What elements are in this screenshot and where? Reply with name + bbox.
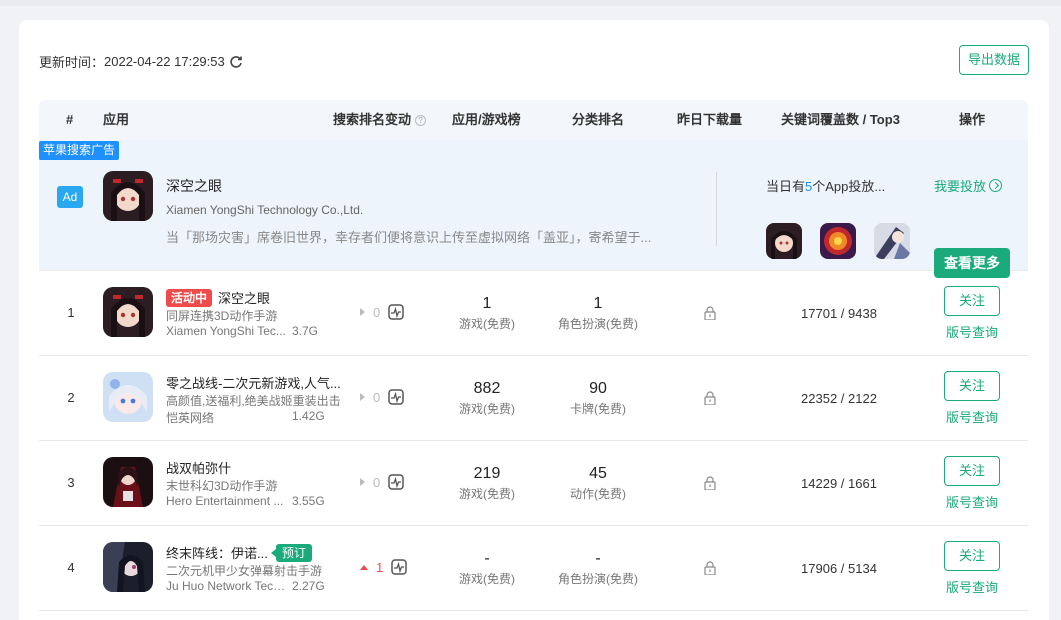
top-shadow xyxy=(0,0,1061,6)
lock-icon[interactable] xyxy=(703,391,717,405)
app-icon[interactable] xyxy=(103,287,153,337)
lock-icon[interactable] xyxy=(703,306,717,320)
col-chart: 应用/游戏榜 xyxy=(452,112,521,127)
divider xyxy=(716,172,717,246)
category-rank: - 角色扮演(免费) xyxy=(558,550,638,586)
app-company: Ju Huo Network Tech... xyxy=(166,579,288,593)
keyword-coverage: 17701 / 9438 xyxy=(801,306,877,321)
chart-rank: 882 游戏(免费) xyxy=(459,380,515,416)
ranking-card: 更新时间： 2022-04-22 17:29:53 导出数据 # 应用 搜索排名… xyxy=(19,20,1049,620)
trend-chart-icon[interactable] xyxy=(388,474,404,490)
app-size: 3.55G xyxy=(292,494,325,508)
table-row: 2 零之战线-二次元新游戏,人气... 高颜值,送福利,绝美战姬重装出击 恺英网… xyxy=(39,356,1028,441)
app-ranking-table: # 应用 搜索排名变动? 应用/游戏榜 分类排名 昨日下载量 关键词覆盖数 / … xyxy=(39,100,1028,611)
rank-change: 1 xyxy=(360,559,407,575)
ad-company: Xiamen YongShi Technology Co.,Ltd. xyxy=(166,203,364,217)
col-search-change[interactable]: 搜索排名变动? xyxy=(333,100,427,140)
keyword-coverage: 22352 / 2122 xyxy=(801,391,877,406)
preorder-badge: 预订 xyxy=(270,543,312,562)
col-actions: 操作 xyxy=(959,112,986,127)
app-name[interactable]: 活动中 深空之眼 xyxy=(166,288,270,307)
app-size: 2.27G xyxy=(292,579,325,593)
place-ad-link[interactable]: 我要投放 xyxy=(934,176,1003,195)
no-change-icon xyxy=(360,393,365,401)
ad-app-thumb[interactable] xyxy=(820,223,856,259)
follow-button[interactable]: 关注 xyxy=(944,371,1000,401)
app-name[interactable]: 战双帕弥什 xyxy=(166,458,231,477)
no-change-icon xyxy=(360,308,365,316)
rank-number: 2 xyxy=(67,390,75,405)
no-change-icon xyxy=(360,478,365,486)
chart-rank: 1 游戏(免费) xyxy=(459,295,515,331)
table-header: # 应用 搜索排名变动? 应用/游戏榜 分类排名 昨日下载量 关键词覆盖数 / … xyxy=(39,100,1028,140)
ad-app-thumb[interactable] xyxy=(874,223,910,259)
version-lookup-link[interactable]: 版号查询 xyxy=(944,407,1000,426)
follow-button[interactable]: 关注 xyxy=(944,541,1000,571)
app-size: 1.42G xyxy=(292,409,325,423)
ad-badge: Ad xyxy=(57,186,83,208)
version-lookup-link[interactable]: 版号查询 xyxy=(944,322,1000,341)
rank-up-icon xyxy=(360,564,368,570)
chart-rank: - 游戏(免费) xyxy=(459,550,515,586)
rank-number: 4 xyxy=(67,560,75,575)
app-name[interactable]: 终末阵线：伊诺... 预订 xyxy=(166,543,312,562)
col-category: 分类排名 xyxy=(572,112,625,127)
app-icon[interactable] xyxy=(103,372,153,422)
search-ad-row: 苹果搜索广告 Ad 深空之眼 Xiamen YongShi Technology… xyxy=(39,140,1028,278)
col-keywords: 关键词覆盖数 / Top3 xyxy=(781,112,900,127)
ad-description: 当「那场灾害」席卷旧世界，幸存者们便将意识上传至虚拟网络「盖亚」，寄希望于... xyxy=(166,230,652,245)
version-lookup-link[interactable]: 版号查询 xyxy=(944,492,1000,511)
ad-app-thumb[interactable] xyxy=(766,223,802,259)
app-company: Hero Entertainment ... xyxy=(166,494,284,508)
follow-button[interactable]: 关注 xyxy=(944,286,1000,316)
app-company: Xiamen YongShi Tec... xyxy=(166,324,286,338)
app-name[interactable]: 零之战线-二次元新游戏,人气... xyxy=(166,373,341,392)
category-rank: 45 动作(免费) xyxy=(570,465,626,501)
trend-chart-icon[interactable] xyxy=(388,389,404,405)
col-app: 应用 xyxy=(103,112,130,127)
rank-number: 1 xyxy=(67,305,75,320)
category-rank: 90 卡牌(免费) xyxy=(570,380,626,416)
app-size: 3.7G xyxy=(292,324,319,338)
category-rank: 1 角色扮演(免费) xyxy=(558,295,638,331)
keyword-coverage: 14229 / 1661 xyxy=(801,476,877,491)
app-subtitle: 末世科幻3D动作手游 xyxy=(166,479,278,493)
chart-rank: 219 游戏(免费) xyxy=(459,465,515,501)
rank-change: 0 xyxy=(360,389,404,405)
export-button[interactable]: 导出数据 xyxy=(959,45,1029,75)
search-ad-tag: 苹果搜索广告 xyxy=(39,141,120,160)
follow-button[interactable]: 关注 xyxy=(944,456,1000,486)
table-row: 3 战双帕弥什 末世科幻3D动作手游 Hero Entertainment ..… xyxy=(39,441,1028,526)
rank-change: 0 xyxy=(360,474,404,490)
update-time: 更新时间： 2022-04-22 17:29:53 xyxy=(39,52,243,71)
refresh-icon[interactable] xyxy=(229,55,243,69)
app-subtitle: 高颜值,送福利,绝美战姬重装出击 xyxy=(166,394,341,408)
lock-icon[interactable] xyxy=(703,476,717,490)
chevron-right-circle-icon xyxy=(989,179,1003,192)
version-lookup-link[interactable]: 版号查询 xyxy=(944,577,1000,596)
app-icon[interactable] xyxy=(103,171,153,221)
app-icon[interactable] xyxy=(103,457,153,507)
rank-change: 0 xyxy=(360,304,404,320)
ad-today-count: 当日有5个App投放... xyxy=(766,179,886,194)
ad-app-name[interactable]: 深空之眼 xyxy=(166,176,222,196)
lock-icon[interactable] xyxy=(703,561,717,575)
col-index: # xyxy=(66,112,74,127)
app-subtitle: 同屏连携3D动作手游 xyxy=(166,309,278,323)
table-row: 1 活动中 深空之眼 同屏连携3D动作手游 Xiamen YongShi Tec.… xyxy=(39,271,1028,356)
trend-chart-icon[interactable] xyxy=(391,559,407,575)
trend-chart-icon[interactable] xyxy=(388,304,404,320)
table-row: 4 终末阵线：伊诺... 预订 二次元机甲少女弹幕射击手游 Ju Huo Netw… xyxy=(39,526,1028,611)
col-downloads: 昨日下载量 xyxy=(677,112,743,127)
rank-number: 3 xyxy=(67,475,75,490)
app-icon[interactable] xyxy=(103,542,153,592)
app-company: 恺英网络 xyxy=(166,411,215,425)
app-subtitle: 二次元机甲少女弹幕射击手游 xyxy=(166,564,323,578)
update-timestamp: 2022-04-22 17:29:53 xyxy=(104,54,225,69)
keyword-coverage: 17906 / 5134 xyxy=(801,561,877,576)
help-icon[interactable]: ? xyxy=(415,115,427,127)
event-badge: 活动中 xyxy=(166,288,213,307)
